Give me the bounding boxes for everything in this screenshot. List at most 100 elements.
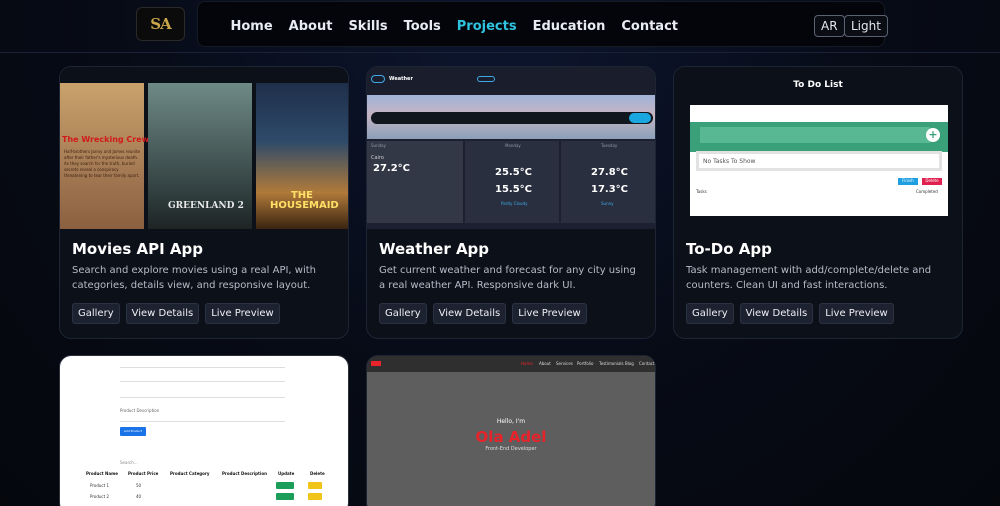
table-cell: Product 1 (90, 483, 110, 488)
gallery-button[interactable]: Gallery (686, 303, 734, 324)
project-description: Task management with add/complete/delete… (686, 265, 932, 291)
nav-tools[interactable]: Tools (404, 19, 441, 34)
table-cell: 50 (136, 483, 142, 488)
poster-title: GREENLAND 2 (168, 201, 244, 211)
portfolio-greeting: Hello, I'm (496, 418, 526, 425)
navbar: SA Home About Skills Tools Projects Educ… (0, 0, 1000, 53)
weather-condition: Partly Cloudy (501, 201, 528, 206)
language-toggle-button[interactable]: AR (814, 15, 845, 37)
project-description: Get current weather and forecast for any… (379, 265, 636, 291)
gallery-button[interactable]: Gallery (379, 303, 427, 324)
project-card-weather: Weather Sunday Cairo 27.2°C Monday 25.5°… (366, 66, 656, 339)
poster-title-line: HOUSEMAID (270, 200, 339, 211)
portfolio-name: Ola Adel (475, 428, 547, 446)
table-header: Product Name (86, 471, 118, 476)
project-thumbnail: Home About Services Portfolio Testimonia… (367, 356, 655, 506)
view-details-button[interactable]: View Details (432, 303, 507, 324)
live-preview-button[interactable]: Live Preview (819, 303, 894, 324)
completed-counter: Completed (916, 189, 938, 194)
nav-contact[interactable]: Contact (621, 19, 678, 34)
add-product-button: Add Product (120, 427, 146, 436)
theme-toggle-button[interactable]: Light (844, 15, 888, 37)
weather-day2: Monday 25.5°C 15.5°C Partly Cloudy (465, 141, 559, 223)
weather-high-temp: 25.5°C (495, 167, 533, 178)
view-details-button[interactable]: View Details (125, 303, 200, 324)
weather-day3: Tuesday 27.8°C 17.3°C Sunny (561, 141, 655, 223)
form-field: Product Description (120, 404, 285, 422)
brand-logo[interactable]: SA (136, 7, 185, 41)
delete-badge: Delete (922, 178, 942, 185)
weather-search (371, 112, 653, 124)
live-preview-button[interactable]: Live Preview (205, 303, 280, 324)
project-thumbnail: To Do List + No Tasks To Show Finish Del… (674, 67, 962, 229)
poster-text: Half-brothers Jonny and James reunite af… (64, 149, 141, 178)
project-thumbnail: The Wrecking Crew Half-brothers Jonny an… (60, 67, 348, 229)
update-button (276, 493, 294, 500)
nav-skills[interactable]: Skills (348, 19, 387, 34)
project-title: Movies API App (72, 240, 203, 258)
delete-button (308, 482, 322, 489)
tasks-counter: Tasks (696, 189, 707, 194)
portfolio-nav-link: Blog (625, 361, 634, 366)
weather-app-name: Weather (389, 76, 413, 82)
portfolio-nav-link: Portfolio (577, 361, 594, 366)
project-title: To-Do App (686, 240, 772, 258)
table-cell: 40 (136, 494, 142, 499)
nav-projects[interactable]: Projects (457, 19, 517, 34)
gallery-button[interactable]: Gallery (72, 303, 120, 324)
nav-container: Home About Skills Tools Projects Educati… (197, 1, 888, 47)
weather-high-temp: 27.8°C (591, 167, 629, 178)
weather-day-label: Tuesday (601, 143, 618, 148)
project-thumbnail: Weather Sunday Cairo 27.2°C Monday 25.5°… (367, 67, 655, 229)
project-card-todo: To Do List + No Tasks To Show Finish Del… (673, 66, 963, 339)
project-description: Search and explore movies using a real A… (72, 265, 317, 291)
movie-poster: The Wrecking Crew Half-brothers Jonny an… (60, 83, 149, 229)
portfolio-nav-link: Testimonials (599, 361, 624, 366)
weather-today-temp: 27.2°C (373, 163, 411, 174)
nav-about[interactable]: About (289, 19, 333, 34)
poster-title: THE HOUSEMAID (270, 191, 339, 211)
finish-badge: Finish (898, 178, 918, 185)
form-field (120, 370, 285, 382)
weather-search-button (629, 113, 651, 123)
project-card-portfolio: Home About Services Portfolio Testimonia… (366, 355, 656, 506)
update-button (276, 482, 294, 489)
project-card-movies: The Wrecking Crew Half-brothers Jonny an… (59, 66, 349, 339)
portfolio-nav: Home About Services Portfolio Testimonia… (367, 356, 655, 372)
project-thumbnail: Product Description Add Product Search..… (60, 356, 348, 506)
form-field (120, 356, 285, 368)
weather-nav-tab (477, 76, 495, 82)
live-preview-button[interactable]: Live Preview (512, 303, 587, 324)
project-card-products: Product Description Add Product Search..… (59, 355, 349, 506)
delete-button (308, 493, 322, 500)
table-cell: Product 2 (90, 494, 110, 499)
portfolio-role: Front-End Developer (485, 446, 537, 452)
weather-condition: Sunny (601, 201, 614, 206)
project-actions: Gallery View Details Live Preview (686, 303, 894, 324)
weather-day-label: Sunday (371, 143, 386, 148)
todo-input (700, 127, 930, 143)
movie-poster: THE HOUSEMAID (256, 83, 348, 229)
table-header: Delete (310, 471, 325, 476)
portfolio-nav-link: Home (521, 361, 533, 366)
table-header: Update (278, 471, 295, 476)
todo-input-bar: + (690, 122, 948, 152)
weather-day-label: Monday (505, 143, 521, 148)
todo-heading: To Do List (793, 80, 843, 90)
project-title: Weather App (379, 240, 490, 258)
poster-title: The Wrecking Crew (62, 135, 150, 144)
table-header: Product Category (170, 471, 210, 476)
nav-links: Home About Skills Tools Projects Educati… (230, 19, 678, 34)
portfolio-nav-link: Contact (639, 361, 655, 366)
portfolio-logo (371, 361, 381, 366)
weather-today: Sunday Cairo 27.2°C (367, 141, 463, 223)
weather-nav: Weather (367, 67, 655, 95)
view-details-button[interactable]: View Details (739, 303, 814, 324)
table-header: Product Price (128, 471, 159, 476)
nav-education[interactable]: Education (533, 19, 606, 34)
todo-empty-message: No Tasks To Show (696, 151, 942, 171)
nav-home[interactable]: Home (230, 19, 272, 34)
cloud-icon (371, 75, 385, 83)
project-actions: Gallery View Details Live Preview (379, 303, 587, 324)
weather-low-temp: 17.3°C (591, 184, 629, 195)
